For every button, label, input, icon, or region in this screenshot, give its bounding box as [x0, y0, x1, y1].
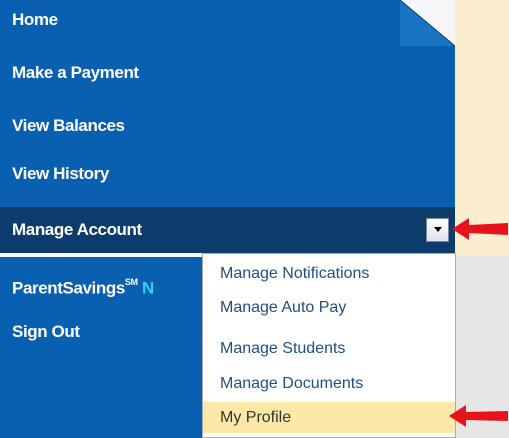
nav-make-payment-label: Make a Payment: [12, 63, 139, 82]
menu-item-manage-documents[interactable]: Manage Documents: [203, 368, 455, 399]
menu-item-manage-auto-pay[interactable]: Manage Auto Pay: [203, 292, 455, 323]
manage-account-label: Manage Account: [12, 220, 142, 239]
nav-view-history-label: View History: [12, 164, 109, 183]
nav-view-history[interactable]: View History: [12, 156, 109, 192]
menu-item-my-profile[interactable]: My Profile: [203, 402, 455, 433]
manage-account-dropdown-button[interactable]: [426, 218, 449, 242]
chevron-down-icon: [434, 227, 442, 232]
manage-account-menu: Manage Notifications Manage Auto Pay Man…: [202, 253, 456, 438]
nav-parent-savings[interactable]: ParentSavingsSM N: [12, 266, 154, 302]
nav-manage-account[interactable]: Manage Account: [0, 207, 455, 253]
nav-sign-out-label: Sign Out: [12, 322, 80, 341]
nav-make-payment[interactable]: Make a Payment: [12, 55, 139, 91]
menu-item-manage-students[interactable]: Manage Students: [203, 333, 455, 364]
nav-home-label: Home: [12, 10, 58, 29]
service-mark: SM: [124, 277, 138, 287]
red-arrow-icon: [449, 405, 508, 427]
red-arrow-icon: [452, 218, 508, 240]
menu-item-manage-notifications[interactable]: Manage Notifications: [203, 258, 455, 289]
parent-savings-suffix: N: [141, 278, 154, 298]
nav-view-balances-label: View Balances: [12, 116, 125, 135]
nav-view-balances[interactable]: View Balances: [12, 108, 125, 144]
page-curl-decoration: [400, 0, 455, 46]
nav-sign-out[interactable]: Sign Out: [12, 314, 80, 350]
parent-savings-label: ParentSavings: [12, 278, 125, 298]
nav-home[interactable]: Home: [12, 2, 58, 38]
